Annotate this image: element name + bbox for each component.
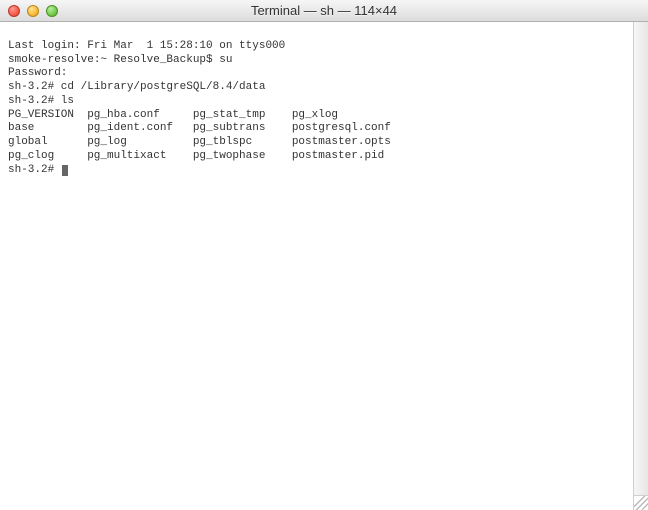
file-name: pg_clog <box>8 150 87 164</box>
ls-row: globalpg_logpg_tblspcpostmaster.opts <box>8 136 391 148</box>
file-name: pg_stat_tmp <box>193 109 292 123</box>
minimize-icon[interactable] <box>27 5 39 17</box>
file-name: pg_log <box>87 136 193 150</box>
terminal-output[interactable]: Last login: Fri Mar 1 15:28:10 on ttys00… <box>0 22 648 510</box>
ls-row: pg_clogpg_multixactpg_twophasepostmaster… <box>8 150 384 162</box>
file-name: pg_subtrans <box>193 122 292 136</box>
cursor-icon <box>62 165 68 176</box>
file-name: PG_VERSION <box>8 109 87 123</box>
titlebar[interactable]: Terminal — sh — 114×44 <box>0 0 648 22</box>
resize-handle-icon[interactable] <box>633 495 648 510</box>
file-name: pg_twophase <box>193 150 292 164</box>
scrollbar[interactable] <box>633 22 648 495</box>
prompt-line: sh-3.2# cd /Library/postgreSQL/8.4/data <box>8 81 265 93</box>
prompt-line: sh-3.2# ls <box>8 95 74 107</box>
prompt-line: smoke-resolve:~ Resolve_Backup$ su <box>8 54 232 66</box>
close-icon[interactable] <box>8 5 20 17</box>
file-name: base <box>8 122 87 136</box>
ls-row: basepg_ident.confpg_subtranspostgresql.c… <box>8 122 391 134</box>
file-name: postgresql.conf <box>292 122 391 136</box>
file-name: pg_tblspc <box>193 136 292 150</box>
last-login-line: Last login: Fri Mar 1 15:28:10 on ttys00… <box>8 40 285 52</box>
terminal-window: Terminal — sh — 114×44 Last login: Fri M… <box>0 0 648 510</box>
file-name: postmaster.pid <box>292 150 384 164</box>
traffic-lights <box>8 5 58 17</box>
file-name: pg_multixact <box>87 150 193 164</box>
file-name: pg_ident.conf <box>87 122 193 136</box>
zoom-icon[interactable] <box>46 5 58 17</box>
file-name: pg_hba.conf <box>87 109 193 123</box>
file-name: pg_xlog <box>292 109 338 123</box>
prompt-line: sh-3.2# <box>8 164 68 176</box>
file-name: global <box>8 136 87 150</box>
file-name: postmaster.opts <box>292 136 391 150</box>
ls-row: PG_VERSIONpg_hba.confpg_stat_tmppg_xlog <box>8 109 338 121</box>
window-title: Terminal — sh — 114×44 <box>0 3 648 18</box>
password-line: Password: <box>8 67 67 79</box>
